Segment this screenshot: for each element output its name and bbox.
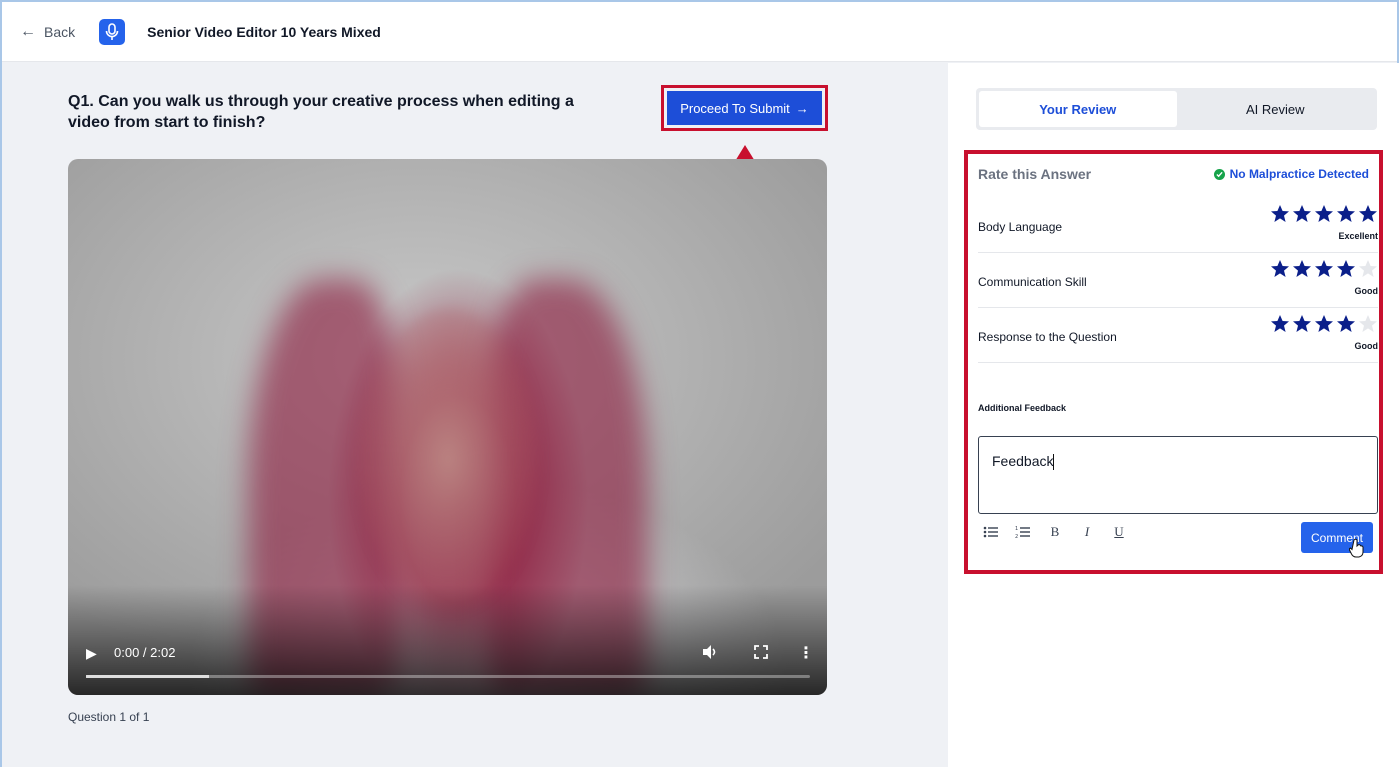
fullscreen-icon[interactable] [752,643,770,661]
malpractice-status: No Malpractice Detected [1213,167,1369,181]
feedback-label: Additional Feedback [978,403,1067,413]
tab-ai-review[interactable]: AI Review [1177,91,1375,127]
app-frame: ← Back Senior Video Editor 10 Years Mixe… [0,0,1399,767]
star-filled-icon[interactable] [1314,204,1334,224]
proceed-to-submit-button[interactable]: Proceed To Submit → [667,91,822,125]
star-filled-icon[interactable] [1336,204,1356,224]
more-options-icon[interactable]: ⋮ [798,643,814,663]
numbered-list-icon[interactable]: 1 2 [1014,525,1032,539]
page-title: Senior Video Editor 10 Years Mixed [147,23,381,40]
star-filled-icon[interactable] [1336,314,1356,334]
rating-label: Response to the Question [978,330,1117,344]
editor-toolbar: 1 2 B I U [982,524,1128,540]
star-empty-icon[interactable] [1358,314,1378,334]
bold-button[interactable]: B [1046,524,1064,540]
feedback-text: Feedback [992,453,1054,469]
malpractice-text: No Malpractice Detected [1229,167,1369,181]
bullet-list-icon[interactable] [982,525,1000,539]
video-time: 0:00 / 2:02 [114,645,176,660]
rating-label: Body Language [978,220,1063,234]
microphone-icon [99,18,126,45]
italic-button[interactable]: I [1078,524,1096,540]
star-filled-icon[interactable] [1336,259,1356,279]
hand-cursor-icon [1349,538,1364,558]
blurred-face [358,309,538,609]
star-rating[interactable] [1270,314,1378,334]
star-filled-icon[interactable] [1292,204,1312,224]
star-filled-icon[interactable] [1292,314,1312,334]
question-text: Q1. Can you walk us through your creativ… [68,93,574,131]
top-bar: ← Back Senior Video Editor 10 Years Mixe… [2,2,1397,62]
video-buffered [86,675,210,678]
star-rating[interactable] [1270,259,1378,279]
underline-button[interactable]: U [1110,524,1128,540]
review-panel: Rate this Answer No Malpractice Detected… [964,150,1383,574]
question-counter: Question 1 of 1 [68,710,150,724]
submit-highlight: Proceed To Submit → [661,85,828,131]
video-progress-bar[interactable] [86,675,810,678]
review-tabs: Your Review AI Review [976,88,1377,130]
rating-row: Communication Skill Good [978,253,1378,308]
star-filled-icon[interactable] [1270,204,1290,224]
check-circle-icon [1213,168,1225,180]
tab-your-review[interactable]: Your Review [979,91,1177,127]
volume-icon[interactable] [701,643,719,661]
feedback-editor[interactable]: Feedback [978,436,1378,514]
play-icon[interactable]: ▶ [86,645,97,662]
review-pane: Your Review AI Review Rate this Answer N… [948,63,1399,767]
video-player[interactable]: ▶ 0:00 / 2:02 ⋮ [68,159,827,695]
star-filled-icon[interactable] [1270,314,1290,334]
arrow-right-icon: → [795,100,809,116]
rating-row: Response to the Question Good [978,308,1378,363]
video-controls: ▶ 0:00 / 2:02 ⋮ [68,635,827,695]
question-pane: Q1. Can you walk us through your creativ… [2,63,948,767]
text-caret [1053,454,1055,471]
back-button[interactable]: ← Back [20,22,76,40]
back-label: Back [44,23,76,40]
star-filled-icon[interactable] [1270,259,1290,279]
rating-row: Body Language Excellent [978,198,1378,253]
rating-word: Good [1354,286,1379,296]
star-empty-icon[interactable] [1358,259,1378,279]
star-filled-icon[interactable] [1358,204,1378,224]
star-filled-icon[interactable] [1314,259,1334,279]
rate-heading: Rate this Answer [978,166,1092,182]
svg-text:2: 2 [1015,534,1018,539]
rating-label: Communication Skill [978,275,1087,289]
submit-label: Proceed To Submit [680,100,790,116]
star-rating[interactable] [1270,204,1378,224]
star-filled-icon[interactable] [1314,314,1334,334]
svg-text:1: 1 [1015,526,1018,532]
star-filled-icon[interactable] [1292,259,1312,279]
rating-word: Excellent [1338,231,1378,241]
rating-word: Good [1354,341,1379,351]
arrow-left-icon: ← [20,22,36,40]
